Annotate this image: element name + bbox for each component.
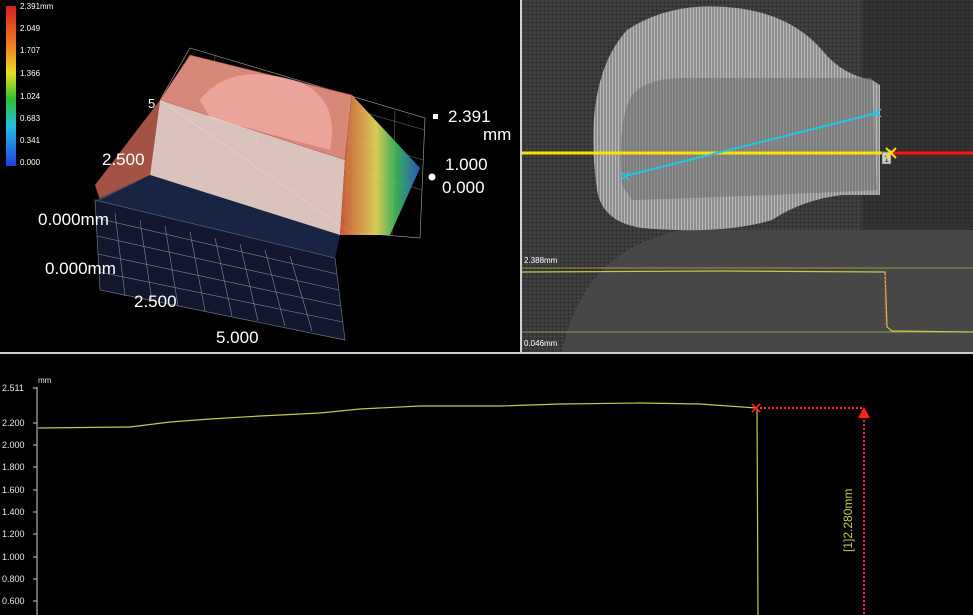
y-axis-label-2: 5: [148, 96, 156, 111]
color-scale-value: 0.683: [20, 114, 41, 123]
profile-trace: [37, 402, 759, 615]
color-scale-value: 1.707: [20, 46, 41, 55]
y-axis-label-1: 2.500: [102, 150, 145, 169]
z-axis-max: 2.391: [448, 107, 491, 126]
y-tick: 1.000: [2, 552, 25, 562]
color-scale-bar: [6, 6, 16, 166]
color-scale-max: 2.391mm: [20, 2, 54, 11]
3d-view[interactable]: 2.391mm 2.049 1.707 1.366 1.024 0.683 0.…: [0, 0, 520, 352]
y-tick: 2.511: [2, 383, 24, 393]
color-scale-value: 1.024: [20, 92, 41, 101]
x-axis-label-0: 0.000mm: [45, 259, 116, 278]
y-tick: 1.800: [2, 462, 25, 472]
y-tick: 2.000: [2, 440, 25, 450]
profile-chart: [1]2.280mm: [33, 387, 870, 615]
measure-value-label: [1]2.280mm: [841, 489, 855, 552]
profile-graph[interactable]: [1]2.280mm mm 2.511 2.200 2.000 1.800 1.…: [0, 354, 973, 615]
y-tick: 2.200: [2, 418, 25, 428]
color-scale-value: 2.049: [20, 24, 41, 33]
y-tick: 0.600: [2, 596, 25, 606]
z-axis-mid: 1.000: [445, 155, 488, 174]
y-axis-unit: mm: [38, 376, 52, 385]
z-axis-unit: mm: [483, 125, 512, 144]
3d-surface-plot: [6, 6, 438, 341]
x-axis-label-1: 2.500: [134, 292, 177, 311]
color-scale-value: 0.341: [20, 136, 41, 145]
color-scale-value: 0.000: [20, 158, 41, 167]
profile-top-value: 2.388mm: [524, 256, 558, 265]
y-tick: 0.800: [2, 574, 25, 584]
optical-image-view[interactable]: 1 2.388mm 0.046mm: [522, 0, 973, 352]
panel-divider-vertical[interactable]: [520, 0, 522, 352]
x-axis-label-2: 5.000: [216, 328, 259, 347]
z-axis-min: 0.000: [442, 178, 485, 197]
y-tick: 1.600: [2, 485, 25, 495]
y-tick: 1.200: [2, 529, 25, 539]
color-scale-value: 1.366: [20, 69, 41, 78]
profile-bottom-value: 0.046mm: [524, 339, 558, 348]
y-axis-label-0: 0.000mm: [38, 210, 109, 229]
measure-arrow: [858, 407, 870, 418]
specimen-image: 1: [522, 0, 973, 352]
y-tick: 1.400: [2, 507, 25, 517]
